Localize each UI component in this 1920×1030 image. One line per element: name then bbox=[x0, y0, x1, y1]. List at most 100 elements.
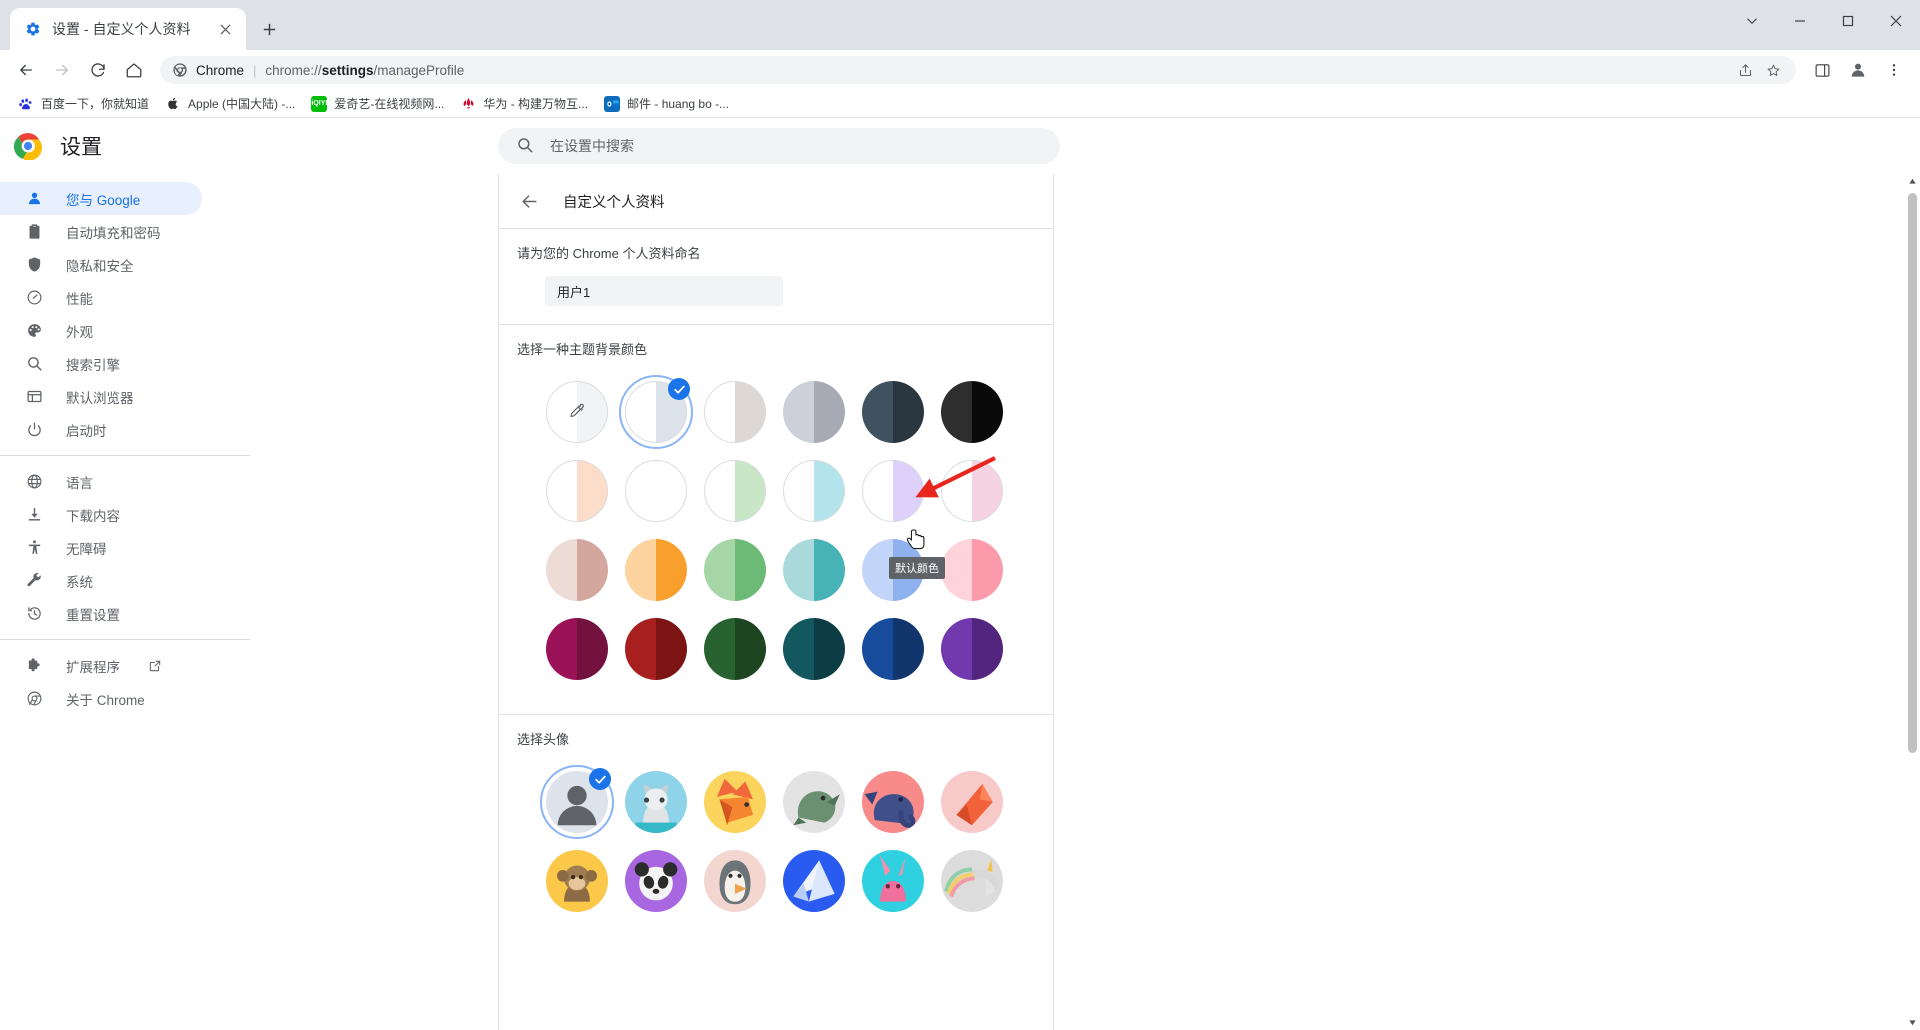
card-header: 自定义个人资料 bbox=[499, 174, 1053, 228]
avatar-option-bird-avatar[interactable] bbox=[932, 762, 1011, 841]
color-swatch-rose-beige[interactable] bbox=[537, 530, 616, 609]
sidebar-item-appearance[interactable]: 外观 bbox=[0, 314, 202, 347]
color-swatch-pale-cyan[interactable] bbox=[774, 451, 853, 530]
avatar-option-unicorn-avatar[interactable] bbox=[932, 841, 1011, 920]
color-swatch-pale-purple[interactable] bbox=[853, 451, 932, 530]
avatar-option-default-person-avatar[interactable] bbox=[537, 762, 616, 841]
history-restore-icon bbox=[24, 604, 44, 624]
sidebar-item-you-and-google[interactable]: 您与 Google bbox=[0, 182, 202, 215]
color-swatch-deep-teal[interactable] bbox=[774, 609, 853, 688]
color-swatch-magenta-dark[interactable] bbox=[537, 609, 616, 688]
avatar-option-rabbit-avatar[interactable] bbox=[853, 841, 932, 920]
bookmark-item[interactable]: iQIYI 爱奇艺-在线视频网... bbox=[303, 92, 452, 115]
avatar-option-elephant-avatar[interactable] bbox=[853, 762, 932, 841]
sidebar-item-languages[interactable]: 语言 bbox=[0, 465, 202, 498]
avatar-option-monkey-avatar[interactable] bbox=[537, 841, 616, 920]
monkey-avatar bbox=[545, 849, 608, 912]
sidebar-divider bbox=[0, 639, 250, 640]
address-bar[interactable]: Chrome | chrome://settings/manageProfile bbox=[160, 56, 1796, 84]
avatar-option-panda-avatar[interactable] bbox=[616, 841, 695, 920]
color-swatch-pale-peach[interactable] bbox=[537, 451, 616, 530]
minimize-button[interactable] bbox=[1776, 0, 1824, 42]
close-window-button[interactable] bbox=[1872, 0, 1920, 42]
share-icon[interactable] bbox=[1734, 59, 1756, 81]
forward-arrow-icon[interactable] bbox=[47, 55, 77, 85]
swatch-light-half bbox=[940, 538, 972, 601]
check-icon bbox=[589, 768, 611, 790]
color-swatch-pale-pink[interactable] bbox=[932, 451, 1011, 530]
scrollbar-track[interactable] bbox=[1905, 189, 1920, 1015]
scrollbar-thumb[interactable] bbox=[1908, 193, 1917, 753]
card-title: 自定义个人资料 bbox=[563, 194, 665, 211]
swatch-dark-half bbox=[813, 538, 845, 601]
color-swatch-orange[interactable] bbox=[616, 530, 695, 609]
settings-body: 您与 Google 自动填充和密码 隐私和安全 性能 外观 搜索引擎 默认浏览器… bbox=[0, 174, 1920, 1030]
color-swatch-default-color[interactable] bbox=[616, 372, 695, 451]
color-swatch-custom-color-picker[interactable] bbox=[537, 372, 616, 451]
color-swatch-green[interactable] bbox=[695, 530, 774, 609]
sidebar-item-downloads[interactable]: 下载内容 bbox=[0, 498, 202, 531]
avatar-option-fox-avatar[interactable] bbox=[695, 762, 774, 841]
back-arrow-icon[interactable] bbox=[11, 55, 41, 85]
profile-name-input[interactable] bbox=[545, 276, 783, 306]
person-icon bbox=[24, 189, 44, 209]
new-tab-button[interactable] bbox=[252, 12, 286, 46]
color-swatch-purple[interactable] bbox=[932, 609, 1011, 688]
swatch-light-half bbox=[703, 617, 735, 680]
tab-search-icon[interactable] bbox=[1728, 0, 1776, 42]
avatar-option-penguin-avatar[interactable] bbox=[695, 841, 774, 920]
bookmark-item[interactable]: 邮件 - huang bo -... bbox=[596, 92, 737, 115]
color-swatch-pale-green[interactable] bbox=[695, 451, 774, 530]
scroll-down-arrow[interactable] bbox=[1905, 1015, 1920, 1030]
color-swatch-slate-dark[interactable] bbox=[853, 372, 932, 451]
swatch-circle bbox=[703, 380, 766, 443]
swatch-dark-half bbox=[576, 459, 608, 522]
swatch-circle bbox=[782, 617, 845, 680]
reload-icon[interactable] bbox=[83, 55, 113, 85]
close-icon[interactable] bbox=[214, 18, 236, 40]
home-icon[interactable] bbox=[119, 55, 149, 85]
crane-avatar bbox=[782, 849, 845, 912]
swatch-circle bbox=[703, 538, 766, 601]
external-link-icon[interactable] bbox=[148, 659, 162, 673]
swatch-light-half bbox=[782, 380, 814, 443]
sidebar-item-extensions[interactable]: 扩展程序 bbox=[0, 649, 202, 682]
avatar-option-crane-avatar[interactable] bbox=[774, 841, 853, 920]
browser-tab[interactable]: 设置 - 自定义个人资料 bbox=[10, 8, 246, 50]
more-vertical-icon[interactable] bbox=[1879, 55, 1909, 85]
sidebar-item-default-browser[interactable]: 默认浏览器 bbox=[0, 380, 202, 413]
color-swatch-cool-grey[interactable] bbox=[774, 372, 853, 451]
color-swatch-navy-blue[interactable] bbox=[853, 609, 932, 688]
color-swatch-warm-grey[interactable] bbox=[695, 372, 774, 451]
sidebar-item-reset-settings[interactable]: 重置设置 bbox=[0, 597, 202, 630]
color-swatch-red-dark[interactable] bbox=[616, 609, 695, 688]
side-panel-icon[interactable] bbox=[1807, 55, 1837, 85]
vertical-scrollbar[interactable] bbox=[1905, 174, 1920, 1030]
color-swatch-black[interactable] bbox=[932, 372, 1011, 451]
swatch-light-half bbox=[782, 617, 814, 680]
sidebar-item-privacy-security[interactable]: 隐私和安全 bbox=[0, 248, 202, 281]
sidebar-item-accessibility[interactable]: 无障碍 bbox=[0, 531, 202, 564]
sidebar-item-about-chrome[interactable]: 关于 Chrome bbox=[0, 682, 202, 715]
bookmark-item[interactable]: Apple (中国大陆) -... bbox=[157, 92, 303, 115]
profile-avatar-icon[interactable] bbox=[1843, 55, 1873, 85]
search-input[interactable]: 在设置中搜索 bbox=[498, 128, 1060, 164]
back-arrow-icon[interactable] bbox=[517, 189, 541, 213]
color-swatch-yellow[interactable] bbox=[616, 451, 695, 530]
sidebar-item-on-startup[interactable]: 启动时 bbox=[0, 413, 202, 446]
avatar-option-dinosaur-avatar[interactable] bbox=[774, 762, 853, 841]
bookmark-item[interactable]: 百度一下，你就知道 bbox=[10, 92, 157, 115]
sidebar-item-performance[interactable]: 性能 bbox=[0, 281, 202, 314]
sidebar-item-system[interactable]: 系统 bbox=[0, 564, 202, 597]
scroll-up-arrow[interactable] bbox=[1905, 174, 1920, 189]
sidebar-item-search-engine[interactable]: 搜索引擎 bbox=[0, 347, 202, 380]
swatch-circle bbox=[624, 617, 687, 680]
color-swatch-forest-green[interactable] bbox=[695, 609, 774, 688]
sidebar-item-autofill[interactable]: 自动填充和密码 bbox=[0, 215, 202, 248]
avatar-option-cat-avatar[interactable] bbox=[616, 762, 695, 841]
swatch-dark-half bbox=[734, 380, 766, 443]
bookmark-item[interactable]: 华为 - 构建万物互... bbox=[452, 92, 596, 115]
maximize-button[interactable] bbox=[1824, 0, 1872, 42]
color-swatch-teal[interactable] bbox=[774, 530, 853, 609]
star-icon[interactable] bbox=[1762, 59, 1784, 81]
